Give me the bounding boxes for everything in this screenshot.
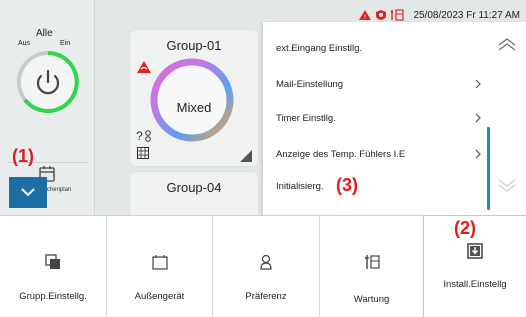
all-power-button[interactable] — [14, 48, 82, 116]
menu-item-label: Anzeige des Temp. Fühlers I.E — [276, 148, 406, 160]
nav-maintenance[interactable]: Wartung — [320, 216, 424, 317]
group-title: Group-04 — [166, 180, 222, 195]
menu-item-timer[interactable]: Timer Einstllg. — [263, 102, 488, 134]
install-download-icon — [467, 243, 483, 259]
menu-item-label: Initialisierg. — [276, 180, 324, 192]
nav-label: Außengerät — [134, 291, 185, 302]
grid-icon — [137, 147, 149, 159]
nav-preference[interactable]: Präferenz — [213, 216, 320, 317]
screen: Alle Aus Ein Wochenplan ! 25/08/2023 Fr … — [0, 0, 526, 317]
chevron-right-icon — [475, 79, 481, 89]
annotation-1: (1) — [12, 146, 34, 166]
nav-group-settings[interactable]: Grupp.Einstellg. — [0, 216, 107, 317]
scroll-up-icon[interactable] — [496, 37, 518, 53]
chevron-right-icon — [475, 149, 481, 159]
chevron-right-icon — [475, 113, 481, 123]
menu-item-ext-input[interactable]: ext.Eingang Einstllg. — [263, 32, 488, 64]
on-label: Ein — [60, 40, 71, 47]
nav-label: Präferenz — [245, 291, 287, 302]
nav-label: Wartung — [353, 294, 390, 305]
menu-item-label: Timer Einstllg. — [276, 112, 336, 124]
outdoor-unit-icon — [151, 255, 168, 270]
menu-item-label: ext.Eingang Einstllg. — [276, 42, 363, 54]
datetime: 25/08/2023 Fr 11:27 AM — [413, 9, 520, 21]
menu-item-initialize[interactable]: Initialisierg. — [263, 170, 488, 202]
corner-indicator-icon — [240, 150, 252, 162]
alarm-icon[interactable]: ! — [358, 9, 372, 21]
maintenance-icon — [364, 255, 380, 269]
user-icon — [260, 254, 272, 270]
menu-item-mail[interactable]: Mail-Einstellung — [263, 68, 488, 100]
nav-label: Grupp.Einstellg. — [19, 291, 87, 302]
group-icon — [45, 254, 60, 269]
off-label: Aus — [18, 40, 31, 47]
status-bar: ! 25/08/2023 Fr 11:27 AM — [358, 9, 520, 21]
all-label: Alle — [36, 28, 53, 39]
menu-item-label: Mail-Einstellung — [276, 78, 344, 90]
expand-button[interactable] — [9, 177, 47, 208]
scrollbar[interactable] — [487, 127, 490, 210]
chevron-down-icon — [21, 188, 35, 197]
menu-item-temp-sensor[interactable]: Anzeige des Temp. Fühlers I.E — [263, 138, 488, 170]
group-card[interactable]: Group-01 Mixed ? — [130, 30, 258, 166]
mode-label: Mixed — [176, 100, 212, 115]
sensor-icon: ? — [136, 129, 151, 142]
group-title: Group-01 — [166, 38, 222, 53]
nav-outdoor-unit[interactable]: Außengerät — [107, 216, 213, 317]
filter-icon[interactable] — [375, 9, 387, 21]
bottom-nav: Grupp.Einstellg. Außengerät Präferenz Wa… — [0, 215, 526, 317]
settings-menu: ext.Eingang Einstllg. Mail-Einstellung T… — [263, 22, 526, 215]
scroll-down-icon[interactable] — [496, 177, 518, 193]
annotation-2: (2) — [454, 218, 476, 238]
svg-text:?: ? — [136, 129, 143, 142]
annotation-3: (3) — [336, 175, 358, 195]
maintenance-icon[interactable] — [390, 9, 405, 21]
nav-label: Install.Einstellg — [443, 279, 507, 290]
svg-text:!: ! — [364, 14, 366, 21]
